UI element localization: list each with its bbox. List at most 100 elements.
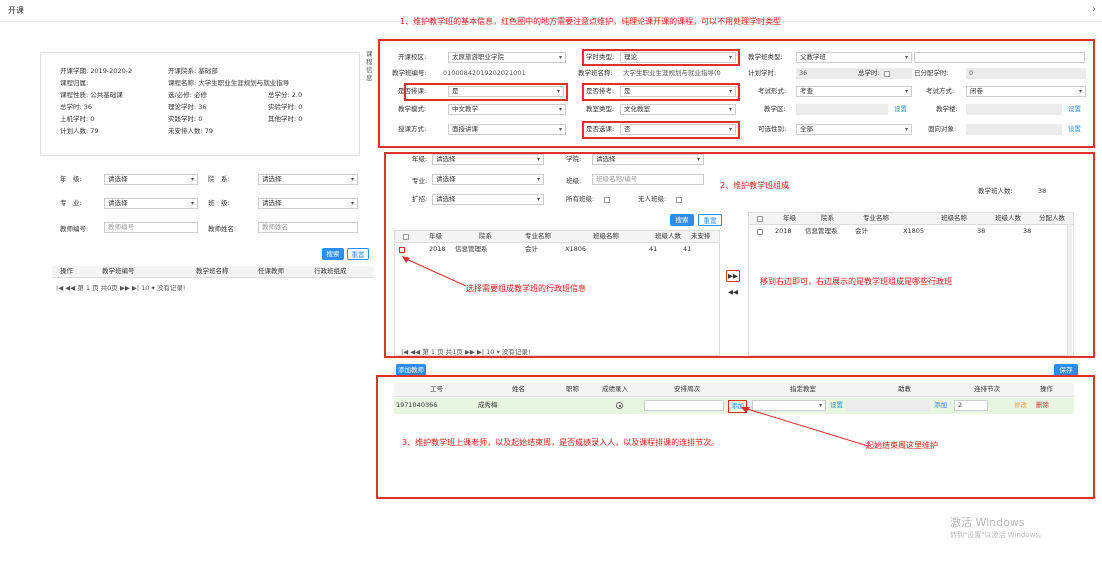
note-1: 1、维护教学班的基本信息，红色圈中的地方需要注意点维护，纯理论课开课的课程，可以…: [400, 17, 782, 26]
comp-grade-select[interactable]: 请选择: [432, 154, 544, 165]
assistant-add-link[interactable]: 添加: [934, 400, 947, 411]
area-set-link[interactable]: 设置: [894, 104, 907, 115]
major-select[interactable]: 请选择: [104, 198, 198, 209]
target-set-link[interactable]: 设置: [1068, 124, 1081, 135]
major-label: 专 业:: [60, 199, 82, 207]
grade-entry-radio[interactable]: [616, 402, 623, 409]
teacher-id-input[interactable]: 教师编号: [104, 222, 198, 233]
table-row[interactable]: 2018 信息管理系 会计 X1805 38 38: [749, 226, 1073, 238]
left-reset-button[interactable]: 重置: [347, 248, 369, 260]
close-icon[interactable]: ›: [1092, 4, 1096, 15]
left-pager[interactable]: |◀ ◀◀ 第 1 页 共0页 ▶▶ ▶| 10 ▾ 没有记录!: [56, 283, 185, 294]
cell-assigned: 38: [1023, 227, 1032, 235]
available-header: 年级 院系 专业名称 班级名称 班级人数 未安排: [395, 231, 719, 243]
note-2: 2、维护教学班组成: [720, 181, 790, 190]
required-label: 选/必修:: [168, 91, 192, 99]
plan-hours-label: 计划学时:: [748, 69, 777, 77]
col-teacher: 任课教师: [258, 267, 284, 275]
note-select: 选择需要组成教学班的行政班信息: [466, 284, 586, 293]
col-major: 专业名称: [863, 214, 889, 222]
comp-hours-label: 上机学时:: [60, 115, 89, 123]
term-value: 2019-2020-2: [90, 67, 133, 75]
room-type-select[interactable]: 文化教室: [620, 104, 736, 115]
campus-label: 开课校区:: [398, 53, 427, 61]
method-select[interactable]: 面授讲课: [448, 124, 566, 135]
note-3: 3、维护教学班上课老师，以及起始结束周，是否成绩录入人，以及课程排课的连排节次。: [402, 438, 720, 447]
comp-reset-button[interactable]: 重置: [698, 214, 722, 226]
col-staff-id: 工号: [430, 385, 443, 393]
col-class-size: 班级人数: [995, 214, 1021, 222]
highlight-exam: [582, 83, 740, 101]
college-select[interactable]: 请选择: [258, 174, 358, 185]
teach-mode-select[interactable]: 中文教学: [448, 104, 566, 115]
col-class-name: 班级名称: [593, 232, 619, 240]
exam-form-select[interactable]: 考查: [796, 86, 912, 97]
selected-select-all[interactable]: [757, 216, 763, 222]
plan-count-label: 计划人数:: [60, 127, 89, 135]
campus-select[interactable]: 太原旅游职业学院: [448, 52, 566, 63]
col-room: 指定教室: [790, 385, 816, 393]
comp-major-select[interactable]: 请选择: [432, 174, 544, 185]
left-search-button[interactable]: 搜索: [322, 248, 344, 260]
col-admin-class: 行政班组成: [314, 267, 347, 275]
cell-class-size: 41: [649, 245, 658, 253]
comp-level-select[interactable]: 请选择: [432, 194, 544, 205]
row-checkbox[interactable]: [399, 247, 405, 253]
span-input[interactable]: 2: [954, 400, 988, 411]
available-select-all[interactable]: [403, 234, 409, 240]
class-select[interactable]: 请选择: [258, 198, 358, 209]
grade-select[interactable]: 请选择: [104, 174, 198, 185]
row-checkbox[interactable]: [757, 229, 763, 235]
cell-college: 信息管理系: [805, 227, 838, 235]
col-class-size: 班级人数: [655, 232, 681, 240]
course-name-label: 课程名称:: [168, 79, 197, 87]
all-classes-checkbox[interactable]: [604, 197, 610, 203]
scrollbar[interactable]: [1067, 225, 1072, 355]
teacher-table-header: 工号 姓名 职称 成绩录入 安排周次 指定教室 助教 连排节次 操作: [394, 383, 1074, 397]
page-title: 开课: [8, 6, 24, 15]
class-type-select[interactable]: 父教学班: [796, 52, 912, 63]
empty-classes-checkbox[interactable]: [676, 197, 682, 203]
assigned-value: 0: [966, 68, 1086, 79]
gender-select[interactable]: 全部: [796, 124, 912, 135]
building-set-link[interactable]: 设置: [1068, 104, 1081, 115]
delete-link[interactable]: 删除: [1036, 400, 1049, 411]
cell-grade: 2018: [775, 227, 792, 235]
building-label: 教学楼:: [936, 105, 958, 113]
edit-link[interactable]: 修改: [1014, 400, 1027, 411]
weeks-input[interactable]: [644, 400, 724, 411]
move-left-button[interactable]: ◀◀: [726, 286, 740, 298]
teach-mode-label: 教学模式:: [398, 105, 427, 113]
total-checkbox[interactable]: [884, 71, 890, 77]
unarranged-label: 未安排人数:: [168, 127, 203, 135]
comp-class-input[interactable]: 班级名称/编号: [592, 174, 704, 185]
exp-hours-value: 0: [298, 103, 303, 111]
dept-label: 开课院系:: [168, 67, 197, 75]
move-right-button[interactable]: ▶▶: [726, 270, 740, 282]
class-name-label: 教学班名称:: [578, 69, 613, 77]
cell-major: 会计: [855, 227, 868, 235]
belong-label: 课程归属:: [60, 79, 89, 87]
table-row[interactable]: 1971040366 成秀梅 添加 设置 添加 2 修改 删除: [394, 398, 1074, 414]
area-label: 教学区:: [764, 105, 786, 113]
course-info-side-tab[interactable]: 课程信息: [366, 50, 374, 82]
other-hours-label: 其他学时:: [268, 115, 297, 123]
class-label: 班 级:: [208, 199, 230, 207]
col-college: 院系: [479, 232, 492, 240]
exam-mode-select[interactable]: 闭卷: [966, 86, 1086, 97]
teacher-name-input[interactable]: 教师姓名: [258, 222, 358, 233]
unarranged-value: 79: [204, 127, 214, 135]
left-table-header: 操作 教学班编号 教学班名称 任课教师 行政班组成: [52, 266, 374, 278]
col-class-name: 教学班名称: [196, 267, 229, 275]
exp-hours-label: 实验学时:: [268, 103, 297, 111]
comp-college-select[interactable]: 请选择: [592, 154, 704, 165]
exam-form-label: 考试形式:: [758, 87, 787, 95]
activation-watermark-title: 激活 Windows: [950, 516, 1025, 529]
col-assigned: 分配人数: [1039, 214, 1065, 222]
col-title: 职称: [566, 385, 579, 393]
comp-search-button[interactable]: 搜索: [670, 214, 694, 226]
code-value: 01000842019202021001: [443, 69, 526, 77]
comp-pager[interactable]: |◀ ◀◀ 第 1 页 共1页 ▶▶ ▶| 10 ▾ 没有记录!: [401, 347, 530, 358]
highlight-hour-type: [582, 49, 740, 66]
note-week: 起始结束周这里维护: [866, 441, 938, 450]
